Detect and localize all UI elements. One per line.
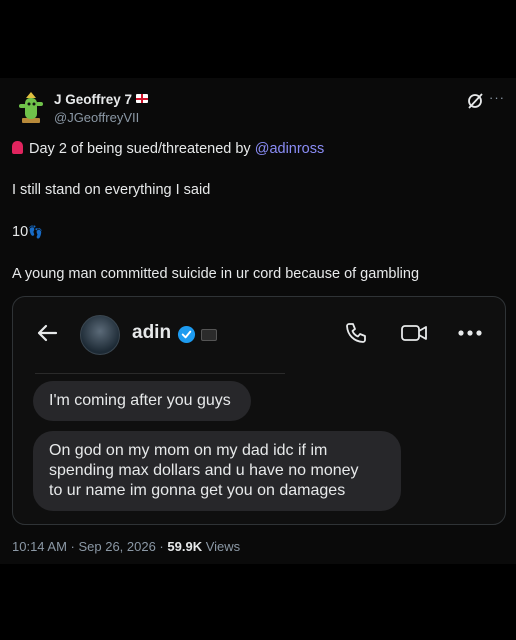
phone-icon bbox=[346, 323, 366, 343]
message-bubble: On god on my mom on my dad idc if im spe… bbox=[33, 431, 401, 511]
tweet-line-2: I still stand on everything I said bbox=[12, 182, 211, 198]
views-label: Views bbox=[202, 539, 241, 554]
author-handle[interactable]: @JGeoffreyVII bbox=[54, 110, 139, 125]
verified-icon bbox=[177, 325, 196, 344]
dm-contact-name: adin bbox=[132, 322, 172, 343]
mention-link[interactable]: @adinross bbox=[255, 141, 325, 157]
england-flag-icon bbox=[136, 94, 149, 103]
author-name[interactable]: J Geoffrey 7 bbox=[54, 92, 149, 107]
video-icon bbox=[401, 325, 427, 341]
message-bubble: I'm coming after you guys bbox=[33, 381, 251, 421]
view-count: 59.9K bbox=[167, 539, 203, 554]
dm-contact-avatar bbox=[80, 315, 120, 355]
dm-divider bbox=[35, 373, 285, 374]
dm-screenshot-media[interactable]: adin I'm coming after you guys On god on… bbox=[12, 296, 506, 525]
alarm-icon bbox=[12, 141, 23, 154]
author-avatar[interactable] bbox=[14, 90, 48, 124]
tweet-line-1: Day 2 of being sued/threatened by @adinr… bbox=[12, 141, 324, 157]
tweet-line-1-text: Day 2 of being sued/threatened by bbox=[29, 141, 255, 157]
tweet-timestamp[interactable]: 10:14 AM · Sep 26, 2026 · bbox=[12, 539, 167, 554]
more-dots-icon bbox=[458, 330, 482, 336]
tweet-line-4: A young man committed suicide in ur cord… bbox=[12, 266, 420, 282]
back-arrow-icon bbox=[37, 324, 58, 342]
tweet-meta: 10:14 AM · Sep 26, 2026 · 59.9K Views bbox=[12, 539, 240, 554]
tweet-line-3-text: 10 bbox=[12, 224, 29, 240]
affiliate-badge-icon bbox=[201, 329, 217, 341]
footprints-icon: 👣 bbox=[28, 225, 44, 239]
more-icon[interactable]: ··· bbox=[489, 90, 505, 105]
tweet-line-3: 10👣 bbox=[12, 224, 43, 240]
author-name-text[interactable]: J Geoffrey 7 bbox=[54, 92, 132, 107]
grok-icon[interactable] bbox=[466, 92, 484, 110]
